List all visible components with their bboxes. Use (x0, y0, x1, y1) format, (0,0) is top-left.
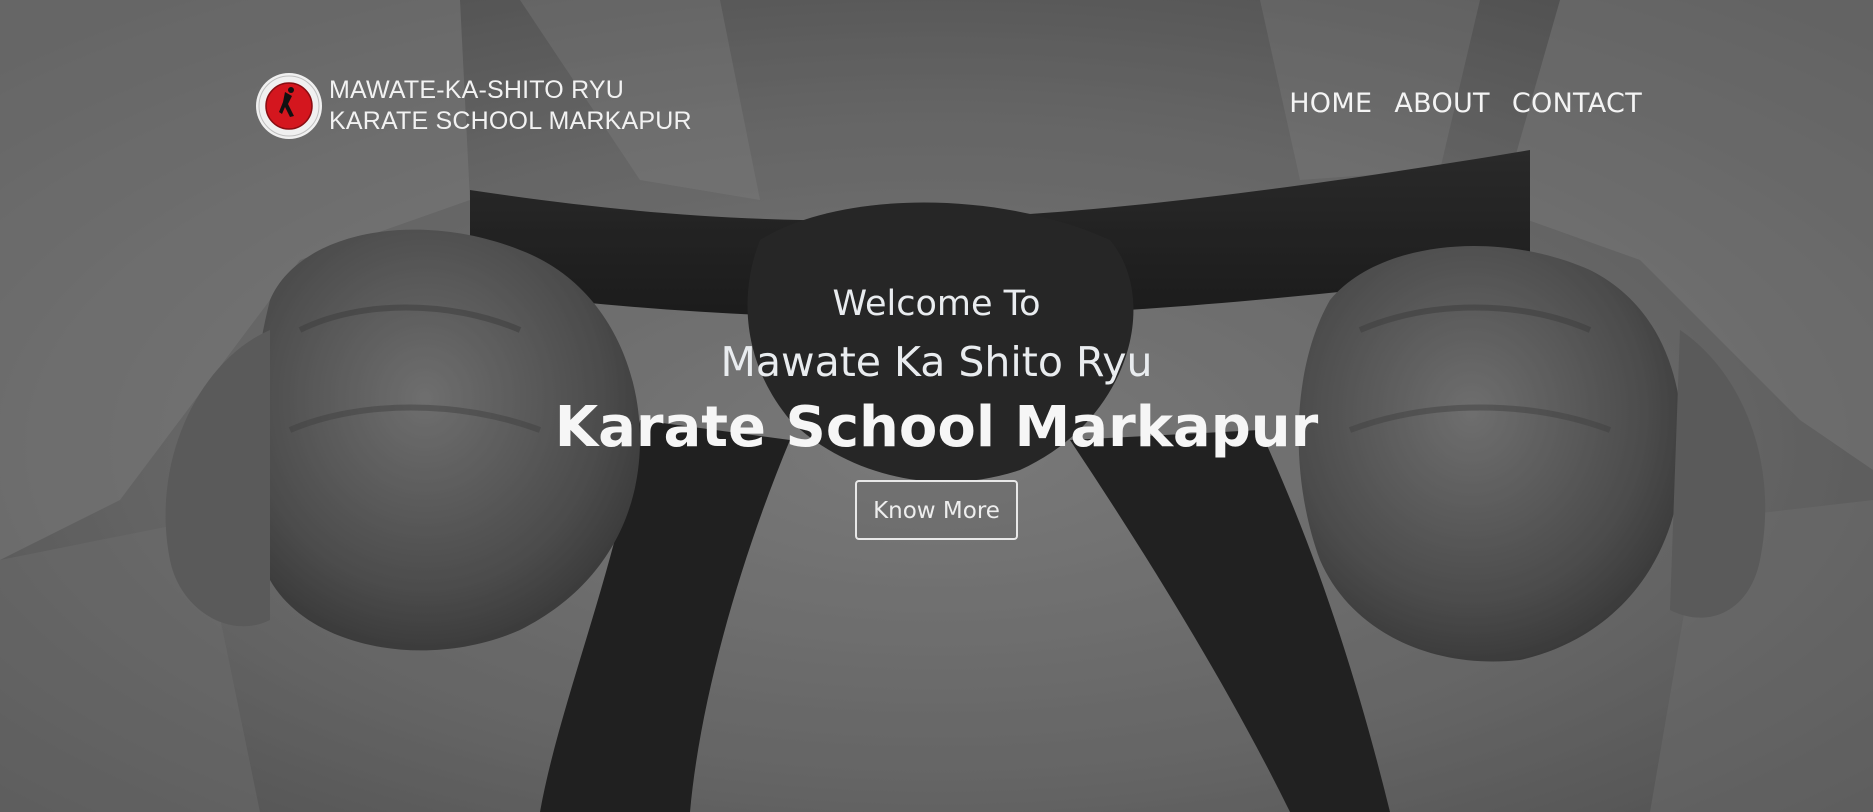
brand-name[interactable]: MAWATE-KA-SHITO RYU KARATE SCHOOL MARKAP… (329, 75, 692, 137)
nav-about-link[interactable]: ABOUT (1394, 88, 1490, 119)
nav-contact-link[interactable]: CONTACT (1512, 88, 1642, 119)
brand-line-2[interactable]: KARATE SCHOOL MARKAPUR (329, 106, 692, 137)
hero-content: Welcome To Mawate Ka Shito Ryu Karate Sc… (0, 280, 1873, 540)
brand-line-1[interactable]: MAWATE-KA-SHITO RYU (329, 75, 692, 106)
school-logo-icon (256, 73, 322, 139)
brand[interactable]: MAWATE-KA-SHITO RYU KARATE SCHOOL MARKAP… (255, 72, 692, 140)
hero-subtitle: Mawate Ka Shito Ryu (720, 338, 1153, 386)
know-more-button[interactable]: Know More (855, 480, 1018, 540)
hero-title: Karate School Markapur (554, 395, 1319, 460)
welcome-text: Welcome To (832, 284, 1041, 324)
main-nav: HOME ABOUT CONTACT (1289, 88, 1642, 119)
nav-home-link[interactable]: HOME (1289, 88, 1372, 119)
